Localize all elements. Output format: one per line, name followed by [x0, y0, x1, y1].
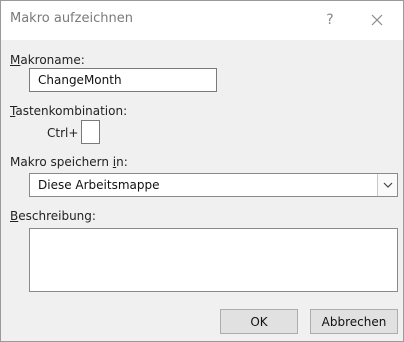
shortcut-key-input[interactable]	[81, 120, 100, 144]
store-in-label: Makro speichern in:	[10, 155, 128, 169]
macro-name-value: ChangeMonth	[38, 73, 122, 87]
shortcut-label: Tastenkombination:	[10, 104, 128, 118]
store-in-select[interactable]: Diese Arbeitsmappe	[29, 173, 398, 197]
ok-button[interactable]: OK	[220, 309, 298, 334]
store-in-selected: Diese Arbeitsmappe	[38, 178, 160, 192]
help-icon: ?	[326, 12, 334, 28]
description-label: Beschreibung:	[10, 209, 96, 223]
title-bar: Makro aufzeichnen ?	[1, 1, 403, 40]
dropdown-button[interactable]	[377, 174, 397, 196]
dialog-title: Makro aufzeichnen	[10, 11, 133, 26]
chevron-down-icon	[383, 182, 392, 188]
close-icon	[371, 14, 383, 26]
description-textarea[interactable]	[29, 228, 398, 292]
ctrl-prefix-label: Ctrl+	[47, 126, 79, 140]
help-button[interactable]: ?	[318, 9, 342, 31]
close-button[interactable]	[365, 9, 389, 31]
cancel-button[interactable]: Abbrechen	[310, 309, 398, 334]
record-macro-dialog: Makro aufzeichnen ? Makroname: ChangeMon…	[0, 0, 404, 342]
macro-name-input[interactable]: ChangeMonth	[29, 68, 217, 92]
macro-name-label: Makroname:	[10, 53, 85, 67]
